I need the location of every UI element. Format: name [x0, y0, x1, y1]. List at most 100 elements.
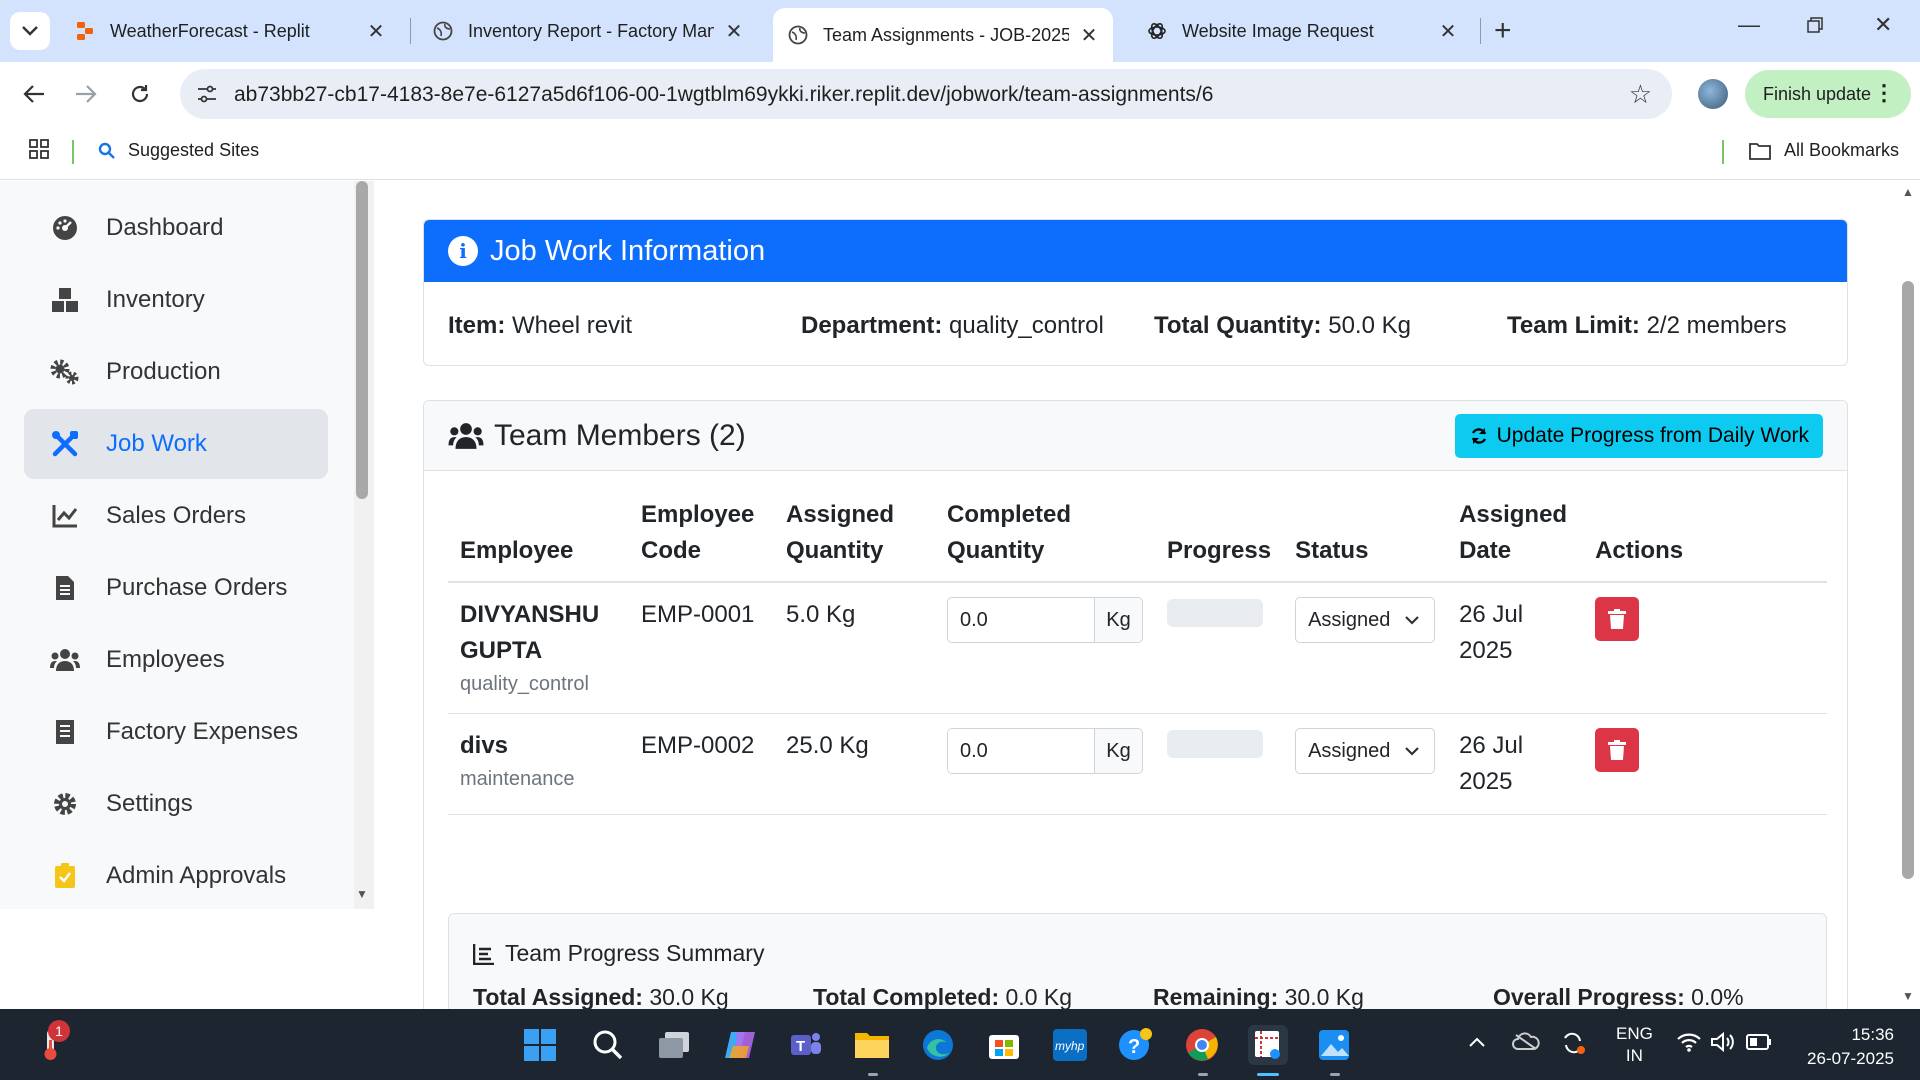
scroll-down-arrow-icon[interactable]: ▼	[356, 887, 368, 901]
sidebar-item-dashboard[interactable]: Dashboard	[24, 193, 328, 263]
tab-separator	[1480, 18, 1481, 44]
site-settings-icon[interactable]	[196, 83, 218, 110]
tab-website-image-request[interactable]: Website Image Request ✕	[1132, 8, 1472, 54]
file-invoice-icon	[50, 575, 80, 601]
sidebar-item-label: Admin Approvals	[106, 862, 287, 889]
col-status: Status	[1283, 497, 1448, 583]
snipping-tool-icon[interactable]	[1248, 1025, 1288, 1065]
team-limit-field: Team Limit: 2/2 members	[1507, 312, 1787, 340]
reload-icon[interactable]	[124, 78, 156, 110]
finish-update-label: Finish update	[1763, 83, 1872, 104]
sidebar-item-settings[interactable]: Settings	[24, 769, 328, 839]
minimize-icon[interactable]: —	[1738, 12, 1760, 38]
volume-icon[interactable]	[1710, 1031, 1736, 1058]
close-tab-icon[interactable]: ✕	[366, 19, 386, 44]
delete-member-button[interactable]	[1595, 728, 1640, 772]
sidebar-item-factory-expenses[interactable]: Factory Expenses	[24, 697, 328, 767]
progress-bar	[1167, 599, 1263, 627]
search-icon[interactable]	[588, 1025, 628, 1065]
svg-text:myhp: myhp	[1055, 1039, 1085, 1053]
tab-title: Inventory Report - Factory Management	[468, 20, 714, 41]
sidebar-item-sales-orders[interactable]: Sales Orders	[24, 481, 328, 551]
sidebar-item-label: Inventory	[106, 286, 205, 313]
apps-grid-icon[interactable]	[28, 138, 50, 165]
chart-line-icon	[50, 504, 80, 528]
job-work-info-body: Item: Wheel revit Department: quality_co…	[424, 282, 1847, 365]
suggested-sites-bookmark[interactable]: Suggested Sites	[98, 140, 259, 161]
delete-member-button[interactable]	[1595, 597, 1640, 641]
sidebar-item-purchase-orders[interactable]: Purchase Orders	[24, 553, 328, 623]
task-view-icon[interactable]	[654, 1025, 694, 1065]
sidebar-item-job-work[interactable]: Job Work	[24, 409, 328, 479]
completed-quantity-group: Kg	[947, 597, 1143, 643]
address-bar[interactable]: ab73bb27-cb17-4183-8e7e-6127a5d6f106-00-…	[180, 69, 1672, 119]
windows-start-icon[interactable]	[520, 1025, 560, 1065]
clock[interactable]: 15:36 26-07-2025	[1798, 1023, 1894, 1071]
bookmarks-bar: Suggested Sites All Bookmarks	[0, 126, 1920, 180]
browser-toolbar: ab73bb27-cb17-4183-8e7e-6127a5d6f106-00-…	[0, 62, 1920, 126]
show-hidden-icons-chevron-icon[interactable]	[1468, 1033, 1486, 1053]
sidebar-item-label: Job Work	[106, 430, 207, 457]
teams-icon[interactable]: T	[786, 1025, 826, 1065]
sidebar-scrollbar-thumb[interactable]	[356, 181, 368, 499]
all-bookmarks-button[interactable]: All Bookmarks	[1748, 140, 1899, 161]
scroll-down-arrow-icon[interactable]: ▼	[1902, 989, 1914, 1003]
sidebar-item-production[interactable]: Production	[24, 337, 328, 407]
wifi-icon[interactable]	[1676, 1031, 1702, 1058]
file-explorer-icon[interactable]	[852, 1025, 892, 1065]
sidebar-item-employees[interactable]: Employees	[24, 625, 328, 695]
battery-icon[interactable]	[1746, 1033, 1772, 1056]
sidebar-item-label: Purchase Orders	[106, 574, 288, 601]
update-progress-button[interactable]: Update Progress from Daily Work	[1454, 414, 1823, 458]
employee-name: DIVYANSHU GUPTA	[460, 601, 600, 664]
sidebar-item-label: Production	[106, 358, 221, 385]
sync-icon[interactable]	[1560, 1031, 1586, 1060]
completed-quantity-input[interactable]	[948, 598, 1094, 642]
tab-weather[interactable]: WeatherForecast - Replit ✕	[60, 8, 400, 54]
scroll-up-arrow-icon[interactable]: ▲	[1902, 185, 1914, 199]
users-icon	[448, 422, 484, 450]
restore-icon[interactable]	[1806, 14, 1824, 40]
close-tab-icon[interactable]: ✕	[1438, 19, 1458, 44]
help-icon[interactable]: ?	[1116, 1025, 1156, 1065]
close-tab-icon[interactable]: ✕	[724, 19, 744, 44]
copilot-icon[interactable]	[720, 1025, 760, 1065]
completed-quantity-input[interactable]	[948, 729, 1094, 773]
windows-taskbar: 1 T myhp ? ENG IN 15:36 26-07-2025	[0, 1009, 1920, 1080]
photos-icon[interactable]	[1314, 1025, 1354, 1065]
close-tab-icon[interactable]: ✕	[1079, 23, 1099, 48]
microsoft-store-icon[interactable]	[984, 1025, 1024, 1065]
svg-text:T: T	[796, 1038, 805, 1055]
status-cell: Assigned	[1283, 582, 1448, 714]
sidebar-item-admin-approvals[interactable]: Admin Approvals	[24, 841, 328, 911]
item-field: Item: Wheel revit	[448, 312, 632, 340]
edge-icon[interactable]	[918, 1025, 958, 1065]
bookmark-star-icon[interactable]: ☆	[1629, 79, 1652, 110]
main-scrollbar-thumb[interactable]	[1902, 281, 1914, 879]
receipt-icon	[50, 719, 80, 745]
profile-avatar[interactable]	[1698, 79, 1728, 109]
tab-search-button[interactable]	[10, 12, 50, 50]
close-window-icon[interactable]: ✕	[1874, 12, 1892, 38]
trash-icon	[1608, 740, 1627, 760]
onedrive-icon[interactable]	[1512, 1031, 1540, 1056]
table-row: divs maintenance EMP-0002 25.0 Kg Kg	[448, 713, 1827, 815]
sidebar-item-label: Dashboard	[106, 214, 224, 241]
status-select[interactable]: Assigned	[1295, 597, 1436, 643]
sidebar-item-inventory[interactable]: Inventory	[24, 265, 328, 335]
finish-update-button[interactable]: Finish update ⋮	[1745, 70, 1911, 118]
job-work-info-title: Job Work Information	[490, 234, 766, 267]
total-quantity-field: Total Quantity: 50.0 Kg	[1154, 312, 1411, 340]
tab-inventory-report[interactable]: Inventory Report - Factory Management ✕	[418, 8, 758, 54]
myhp-icon[interactable]: myhp	[1050, 1025, 1090, 1065]
language-indicator[interactable]: ENG IN	[1616, 1023, 1653, 1067]
back-icon[interactable]	[18, 78, 50, 110]
tab-team-assignments[interactable]: Team Assignments - JOB-2025-0 ✕	[773, 8, 1113, 62]
boxes-icon	[50, 287, 80, 313]
forward-icon[interactable]	[70, 78, 102, 110]
chrome-icon[interactable]	[1182, 1025, 1222, 1065]
new-tab-icon[interactable]: +	[1494, 14, 1512, 48]
status-select[interactable]: Assigned	[1295, 728, 1436, 774]
tab-title: Team Assignments - JOB-2025-0	[823, 24, 1069, 45]
clipboard-check-icon	[50, 863, 80, 889]
